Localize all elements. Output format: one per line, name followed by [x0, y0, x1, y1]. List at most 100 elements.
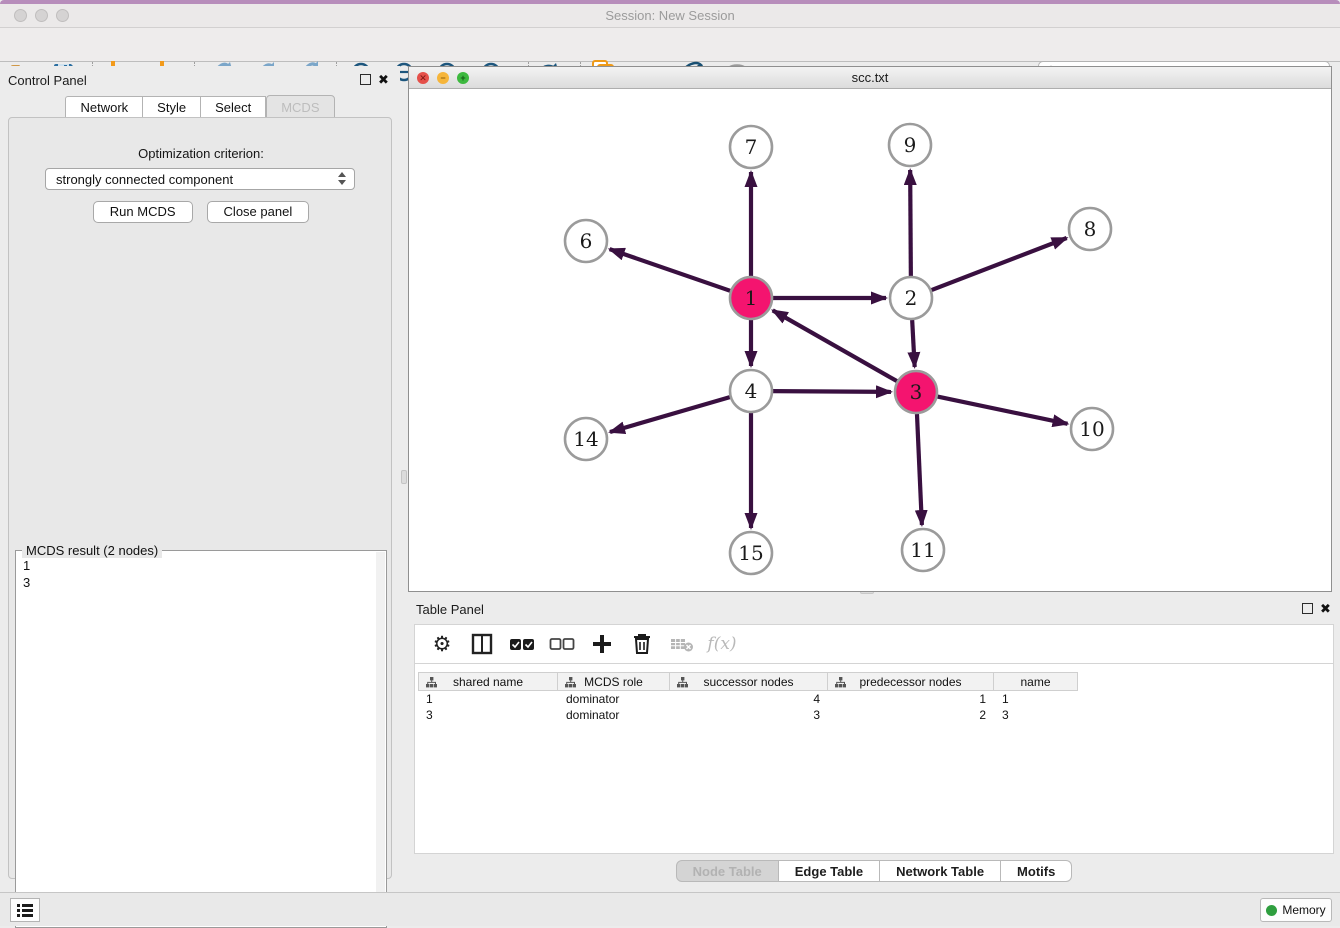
table-cell[interactable]: 3: [418, 707, 558, 723]
table-cell[interactable]: 1: [994, 691, 1078, 707]
network-view-title: scc.txt: [409, 67, 1331, 89]
close-table-panel-icon[interactable]: ✖: [1320, 603, 1331, 614]
list-icon: [15, 901, 35, 919]
graph-node-label-2: 2: [905, 286, 918, 310]
table-cell[interactable]: dominator: [558, 707, 670, 723]
column-header-shared-name[interactable]: shared name: [418, 672, 558, 691]
dropdown-stepper-icon: [338, 172, 348, 185]
graph-node-label-11: 11: [910, 538, 935, 562]
graph-node-label-8: 8: [1084, 217, 1097, 241]
column-header-name[interactable]: name: [994, 672, 1078, 691]
table-row[interactable]: 3dominator323: [418, 707, 1078, 723]
graph-edge-3-10[interactable]: [938, 397, 1068, 424]
minimize-view-button[interactable]: −: [437, 72, 449, 84]
table-settings-gear-icon[interactable]: ⚙: [429, 631, 455, 657]
add-column-icon[interactable]: [589, 631, 615, 657]
tab-motifs[interactable]: Motifs: [1001, 860, 1072, 882]
column-header-label: successor nodes: [703, 675, 793, 689]
optimization-criterion-label: Optimization criterion:: [9, 146, 393, 161]
result-scrollbar[interactable]: [376, 552, 385, 926]
vertical-splitter-handle[interactable]: [401, 470, 407, 484]
table-cell[interactable]: 1: [828, 691, 994, 707]
table-cell[interactable]: 2: [828, 707, 994, 723]
table-cell[interactable]: dominator: [558, 691, 670, 707]
close-panel-icon[interactable]: ✖: [378, 74, 389, 85]
optimization-criterion-dropdown[interactable]: strongly connected component: [45, 168, 355, 190]
graph-node-label-14: 14: [573, 427, 598, 451]
tab-style[interactable]: Style: [143, 96, 201, 118]
control-panel: Control Panel ✖ Network Style Select MCD…: [0, 66, 400, 888]
graph-edge-1-6[interactable]: [610, 249, 731, 291]
titlebar: Session: New Session: [0, 4, 1340, 28]
table-row[interactable]: 1dominator411: [418, 691, 1078, 707]
delete-column-trash-icon[interactable]: [629, 631, 655, 657]
status-bar: Memory: [0, 892, 1340, 926]
float-panel-icon[interactable]: [360, 74, 371, 85]
memory-button[interactable]: Memory: [1260, 898, 1332, 922]
table-panel-tabs: Node Table Edge Table Network Table Moti…: [408, 860, 1340, 882]
split-columns-icon[interactable]: [469, 631, 495, 657]
table-rows: 1dominator4113dominator323: [418, 691, 1078, 723]
task-history-button[interactable]: [10, 898, 40, 922]
column-header-predecessor-nodes[interactable]: predecessor nodes: [828, 672, 994, 691]
tab-mcds[interactable]: MCDS: [266, 95, 334, 119]
float-table-panel-icon[interactable]: [1302, 603, 1313, 614]
close-window-button[interactable]: [14, 9, 27, 22]
close-panel-button[interactable]: Close panel: [207, 201, 310, 223]
table-panel-title: Table Panel: [416, 602, 484, 617]
dropdown-value: strongly connected component: [56, 172, 233, 187]
delete-table-icon-disabled: [669, 631, 695, 657]
graph-node-label-9: 9: [904, 133, 917, 157]
column-header-MCDS-role[interactable]: MCDS role: [558, 672, 670, 691]
shared-column-icon: [677, 677, 688, 688]
table-cell[interactable]: 1: [418, 691, 558, 707]
mcds-tab-content: Optimization criterion: strongly connect…: [8, 117, 392, 879]
column-header-successor-nodes[interactable]: successor nodes: [670, 672, 828, 691]
network-view-window: ✕ − + scc.txt 7968124314101511: [408, 66, 1332, 592]
maximize-view-button[interactable]: +: [457, 72, 469, 84]
mcds-result-list: 1 3: [23, 557, 30, 591]
graph-edge-2-9[interactable]: [910, 170, 911, 276]
table-cell[interactable]: 4: [670, 691, 828, 707]
deselect-all-columns-icon[interactable]: [549, 631, 575, 657]
graph-node-label-3: 3: [910, 380, 923, 404]
tab-select[interactable]: Select: [201, 96, 266, 118]
graph-edge-3-11[interactable]: [917, 414, 922, 525]
run-mcds-button[interactable]: Run MCDS: [93, 201, 193, 223]
select-all-columns-icon[interactable]: [509, 631, 535, 657]
graph-edges: [610, 170, 1068, 528]
minimize-window-button[interactable]: [35, 9, 48, 22]
graph-node-label-15: 15: [738, 541, 763, 565]
tab-network-table[interactable]: Network Table: [880, 860, 1001, 882]
network-graph-canvas[interactable]: 7968124314101511: [409, 89, 1331, 591]
control-panel-title: Control Panel: [8, 73, 87, 88]
table-cell[interactable]: 3: [670, 707, 828, 723]
tab-network[interactable]: Network: [65, 96, 143, 118]
table-panel: Table Panel ✖ ⚙ f(x) shared name MCDS rol…: [408, 596, 1340, 888]
main-toolbar: [0, 28, 1340, 62]
graph-edge-2-8[interactable]: [932, 238, 1067, 290]
graph-node-label-6: 6: [580, 229, 593, 253]
maximize-window-button[interactable]: [56, 9, 69, 22]
function-builder-icon-disabled: f(x): [709, 631, 735, 657]
graph-edge-2-3[interactable]: [912, 320, 915, 367]
column-header-label: name: [1020, 675, 1050, 689]
column-header-label: predecessor nodes: [859, 675, 961, 689]
graph-edge-3-1[interactable]: [773, 310, 897, 381]
graph-node-label-1: 1: [745, 286, 758, 310]
graph-edge-4-14[interactable]: [610, 397, 730, 432]
memory-status-icon: [1266, 905, 1277, 916]
network-window-titlebar[interactable]: ✕ − + scc.txt: [409, 67, 1331, 89]
mcds-result-box: MCDS result (2 nodes) 1 3: [15, 550, 387, 928]
shared-column-icon: [565, 677, 576, 688]
column-header-label: shared name: [453, 675, 523, 689]
node-table[interactable]: shared name MCDS role successor nodes prede…: [414, 664, 1334, 854]
close-view-button[interactable]: ✕: [417, 72, 429, 84]
table-cell[interactable]: 3: [994, 707, 1078, 723]
graph-node-label-7: 7: [745, 135, 758, 159]
shared-column-icon: [426, 677, 437, 688]
tab-edge-table[interactable]: Edge Table: [779, 860, 880, 882]
graph-edge-4-3[interactable]: [773, 391, 891, 392]
tab-node-table[interactable]: Node Table: [676, 860, 779, 882]
shared-column-icon: [835, 677, 846, 688]
